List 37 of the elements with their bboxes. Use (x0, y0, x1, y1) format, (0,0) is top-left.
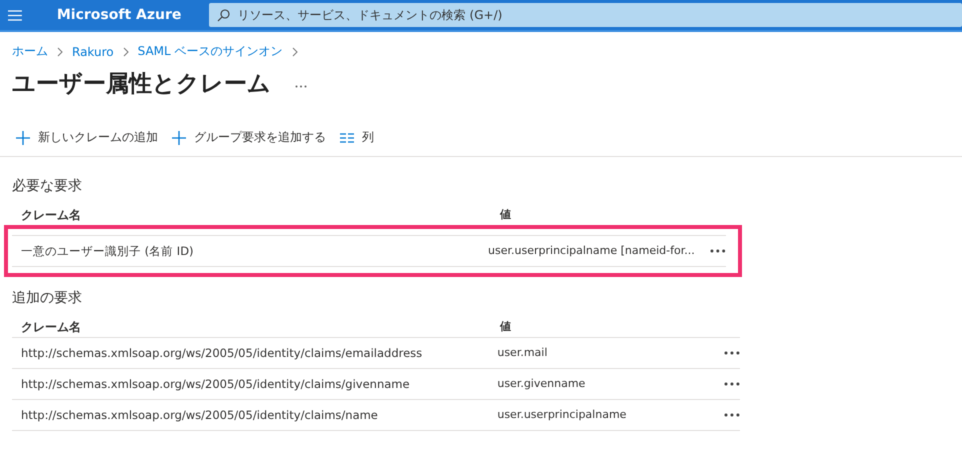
page-title: ユーザー属性とクレーム (12, 70, 271, 99)
search-icon (216, 8, 230, 22)
table-cell-text: user.givenname (496, 376, 586, 392)
column-header: クレーム名 (20, 207, 82, 222)
section-heading: 追加の要求 (12, 289, 83, 307)
more-icon[interactable] (710, 249, 726, 253)
plus-icon (16, 130, 30, 144)
table-cell-text: 一意のユーザー識別子 (名前 ID) (20, 244, 195, 258)
table-cell-text: user.userprincipalname [nameid-for... (487, 243, 696, 259)
menu-icon[interactable] (8, 10, 22, 20)
add-button[interactable]: 新しいクレームの追加 (16, 127, 158, 148)
more-icon[interactable] (724, 351, 740, 355)
table-cell-text: http://schemas.xmlsoap.org/ws/2005/05/identity/claims/emailaddress (20, 346, 424, 360)
column-header: クレーム名 (20, 319, 82, 334)
search-field[interactable]: リソース、サービス、ドキュメントの検索 (G+/) (208, 3, 962, 27)
table-cell-text: http://schemas.xmlsoap.org/ws/2005/05/identity/claims/givenname (20, 377, 411, 391)
table-cell-text: user.userprincipalname (496, 407, 628, 423)
column-header: 値 (498, 319, 512, 334)
table-cell-text: user.mail (496, 345, 548, 361)
add-button[interactable]: グループ要求を追加する (172, 127, 326, 148)
breadcrumb-link[interactable]: Rakuro (72, 44, 114, 58)
chevron-icon (292, 46, 298, 56)
more-icon[interactable] (295, 85, 307, 88)
chevron-icon (122, 46, 129, 56)
breadcrumb-link[interactable]: SAML ベースのサインオン (138, 43, 283, 60)
brand-name[interactable]: Microsoft Azure (56, 7, 186, 23)
table-cell-text: http://schemas.xmlsoap.org/ws/2005/05/identity/claims/name (20, 408, 379, 422)
section-heading: 必要な要求 (12, 177, 83, 195)
breadcrumb-link[interactable]: ホーム (12, 43, 48, 60)
columns-button[interactable]: 列 (340, 127, 374, 148)
more-icon[interactable] (724, 382, 740, 386)
plus-icon (172, 130, 186, 144)
more-icon[interactable] (724, 413, 740, 417)
search-input[interactable]: リソース、サービス、ドキュメントの検索 (G+/) (236, 7, 962, 23)
chevron-icon (57, 46, 63, 56)
columns-icon (340, 132, 354, 142)
column-header: 値 (498, 207, 512, 222)
